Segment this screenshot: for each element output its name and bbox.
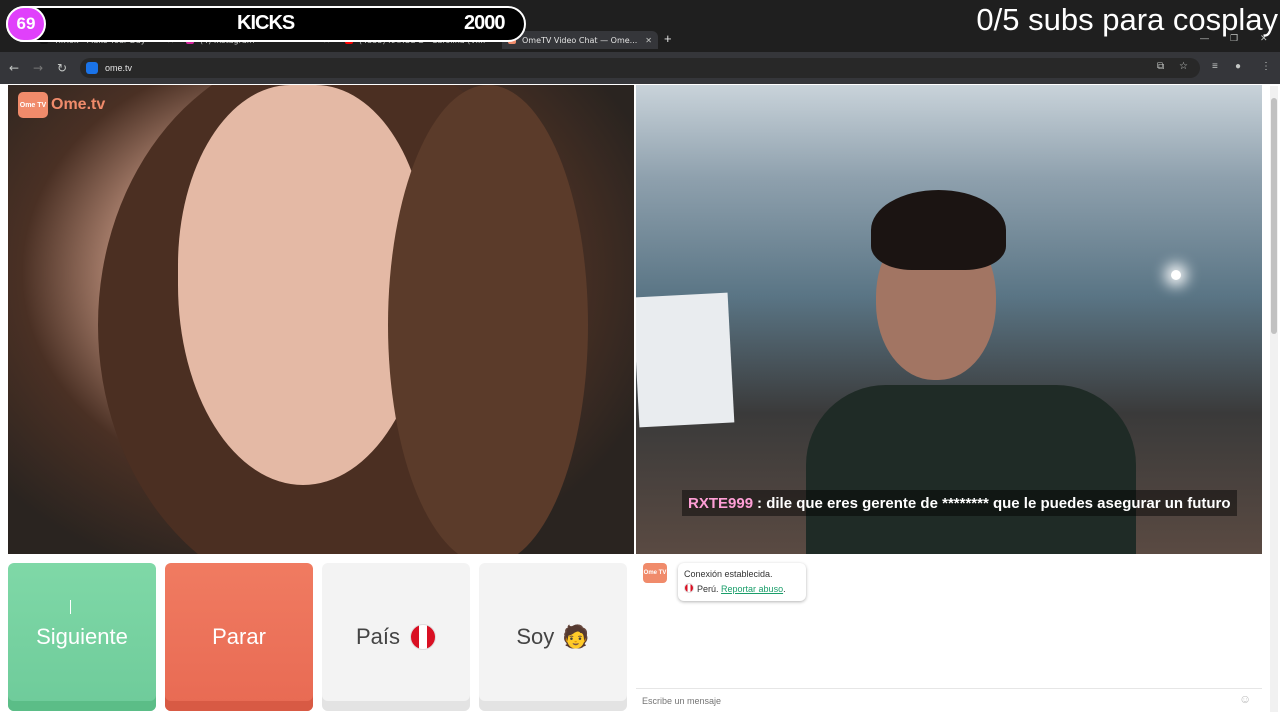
country-button-label: País <box>355 624 401 649</box>
new-tab-button[interactable]: + <box>664 31 672 46</box>
video-content <box>636 292 735 428</box>
peru-flag-icon <box>684 583 694 593</box>
video-content <box>388 85 588 554</box>
system-avatar: Ome TV <box>643 563 667 583</box>
ometv-logo[interactable]: Ome TV Ome.tv <box>18 92 105 118</box>
video-content <box>806 385 1136 554</box>
gender-button-label: Soy <box>516 624 555 649</box>
report-suffix: . <box>783 584 786 594</box>
site-info-icon[interactable] <box>86 62 98 74</box>
logo-text: Ome.tv <box>51 96 106 113</box>
emoji-picker-icon[interactable]: ☺ <box>1239 692 1251 706</box>
kicks-label: KICKS <box>237 12 295 34</box>
profile-avatar[interactable]: ● <box>1235 61 1241 72</box>
chat-username: RXTE999 <box>688 494 754 512</box>
scrollbar-thumb[interactable] <box>1271 98 1277 334</box>
address-bar[interactable] <box>80 58 1200 78</box>
tab-title: OmeTV Video Chat — Ome... <box>522 35 638 45</box>
stream-bottom-text: 1 de compartes el donar <box>965 700 1160 719</box>
close-icon[interactable]: ✕ <box>645 36 652 45</box>
url-text[interactable]: ome.tv <box>105 63 132 73</box>
remote-video <box>8 85 634 554</box>
peru-flag-icon <box>410 624 437 650</box>
menu-dots-icon[interactable]: ⋮ <box>1261 61 1271 72</box>
stop-button-label: Parar <box>212 624 266 649</box>
back-arrow-icon[interactable]: ← <box>9 61 19 75</box>
next-button-label: Siguiente <box>36 624 128 649</box>
video-content <box>871 190 1006 270</box>
tab-ometv[interactable]: OmeTV Video Chat — Ome... ✕ <box>502 31 658 49</box>
bookmark-star-icon[interactable]: ☆ <box>1179 61 1188 72</box>
reload-icon[interactable]: ↻ <box>57 61 67 75</box>
message-input-bar <box>636 688 1262 712</box>
install-icon[interactable]: ⧉ <box>1157 61 1164 72</box>
chat-message-text: : dile que eres gerente de ******** que … <box>757 494 1231 512</box>
screen: TikTok - Make Your Day ✕ (4) Instagram ✕… <box>0 0 1280 720</box>
subs-goal-text: 0/5 subs para cosplay <box>976 2 1278 37</box>
self-video <box>636 85 1262 554</box>
mouse-cursor-icon <box>70 600 78 614</box>
media-controls-icon[interactable]: ≡ <box>1212 61 1218 72</box>
logo-mark-icon: Ome TV <box>18 92 48 118</box>
forward-arrow-icon[interactable]: → <box>33 61 43 75</box>
stream-chat-message: RXTE999 : dile que eres gerente de *****… <box>682 490 1237 516</box>
person-emoji-icon: 🧑 <box>562 624 590 649</box>
report-abuse-link[interactable]: Reportar abuso <box>721 584 783 594</box>
country-name: Perú. <box>697 584 719 594</box>
connection-status-text: Conexión establecida. <box>684 569 773 579</box>
stop-button[interactable]: Parar <box>165 563 313 711</box>
country-line: Perú. Reportar abuso. <box>684 582 800 597</box>
gender-button[interactable]: Soy 🧑 <box>479 563 627 711</box>
video-content <box>1171 270 1181 280</box>
kicks-goal: 2000 <box>464 12 505 34</box>
country-button[interactable]: País <box>322 563 470 711</box>
next-button[interactable]: Siguiente <box>8 563 156 711</box>
system-message: Conexión establecida. Perú. Reportar abu… <box>678 563 806 601</box>
kicks-count-badge: 69 <box>6 6 46 42</box>
